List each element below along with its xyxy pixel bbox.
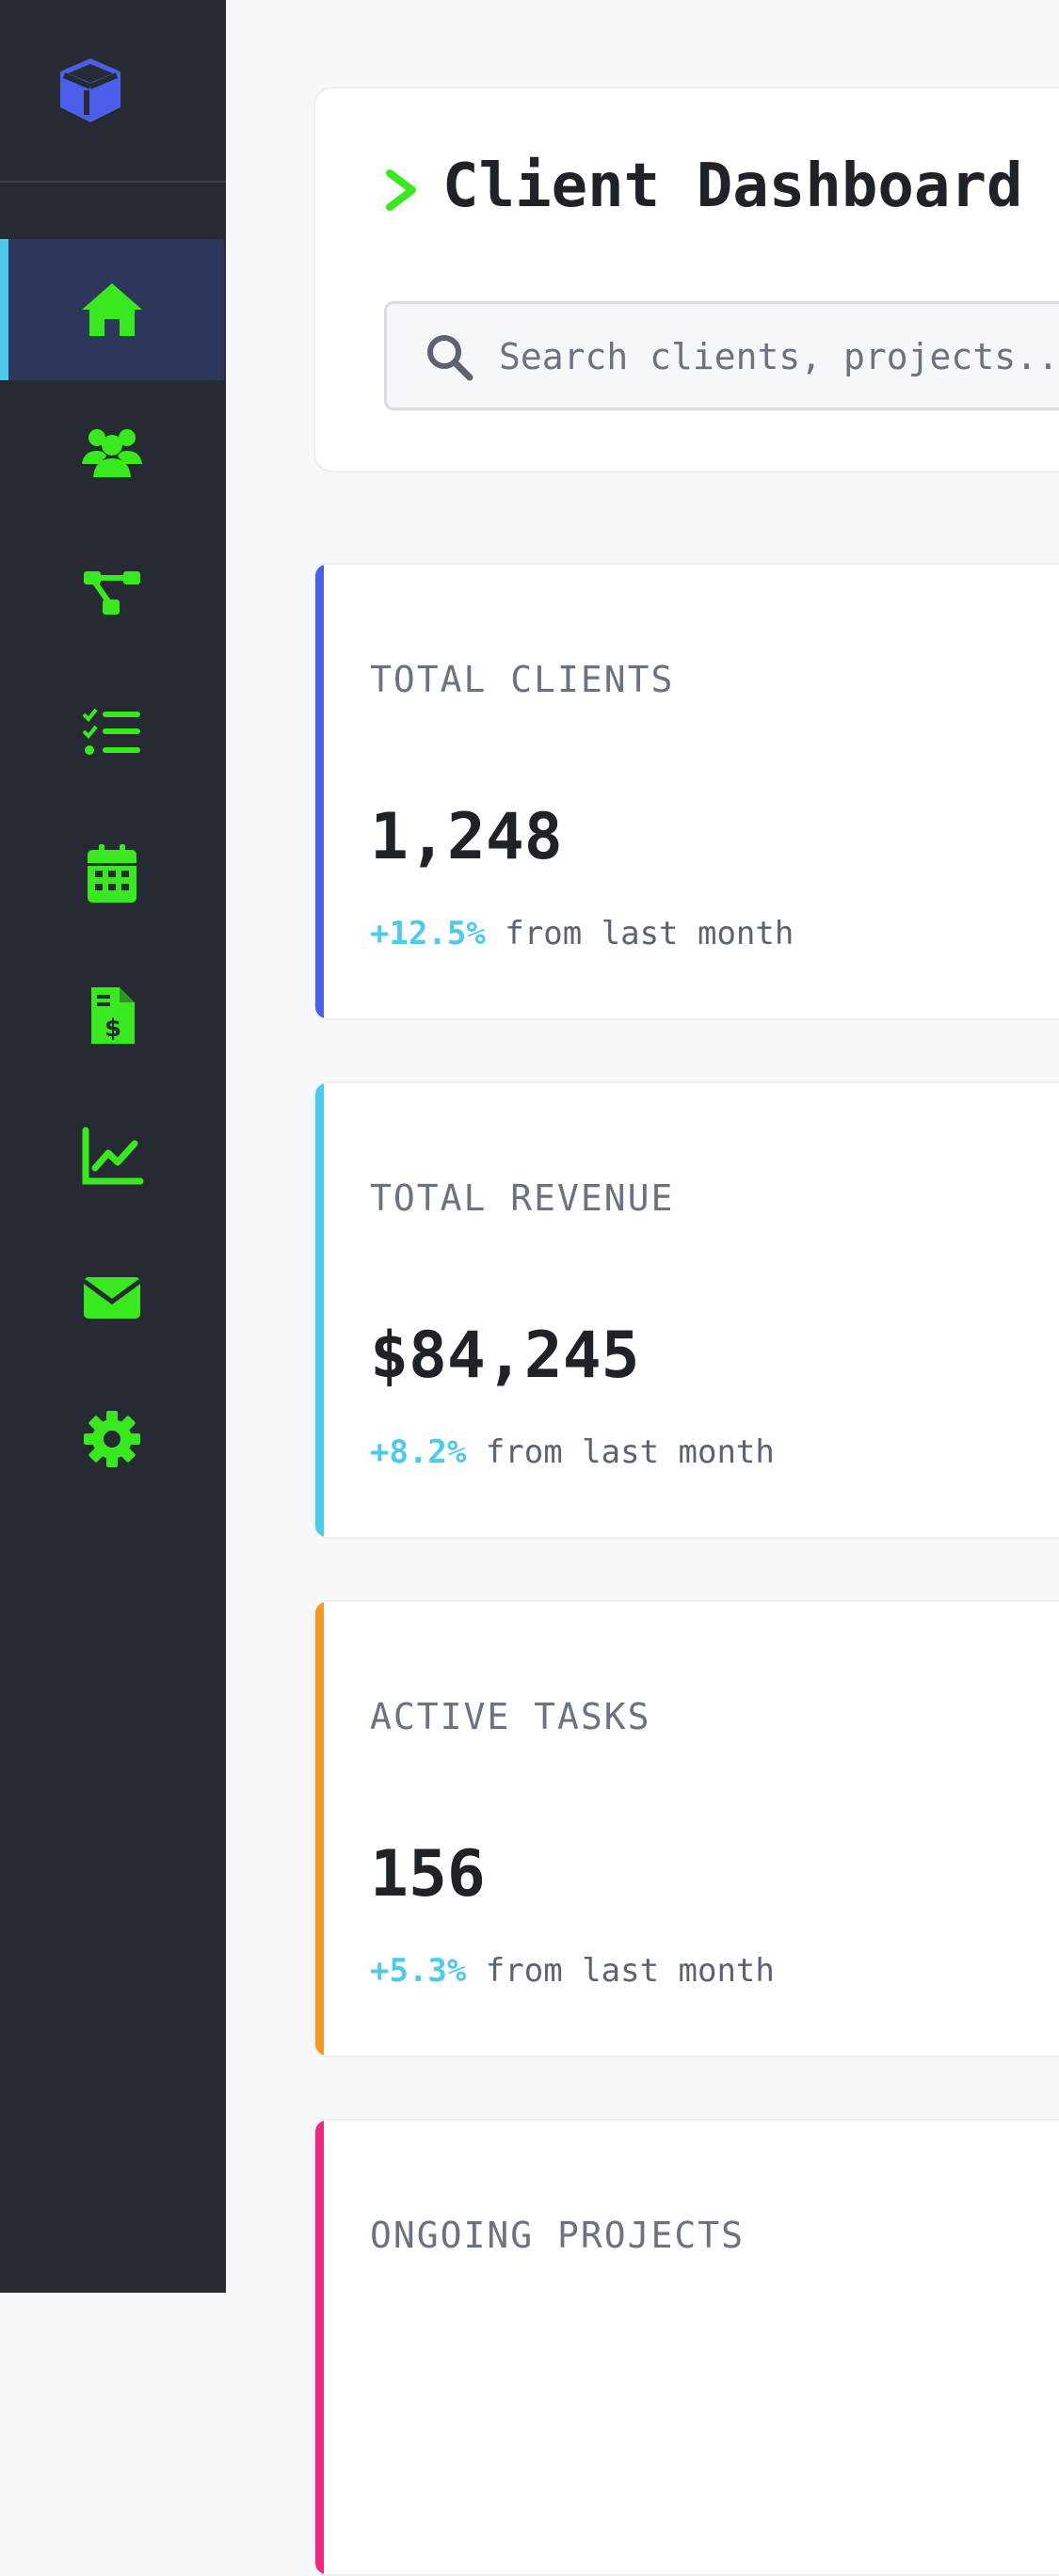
sidebar: $ [0, 0, 226, 2293]
stat-value: $84,245 [370, 1319, 640, 1393]
stat-change-suffix: from last month [466, 1952, 775, 1990]
card-accent-bar [315, 1083, 324, 1537]
sidebar-item-invoices[interactable]: $ [0, 945, 224, 1086]
gear-icon [78, 1405, 146, 1473]
stat-card-total-clients: TOTAL CLIENTS 1,248 +12.5% from last mon… [313, 563, 1059, 1020]
tasks-list-icon [78, 699, 146, 767]
sidebar-item-clients[interactable] [0, 380, 224, 521]
chart-line-icon [78, 1123, 146, 1191]
card-accent-bar [315, 1602, 324, 2056]
card-accent-bar [315, 2120, 324, 2574]
stat-change: +5.3% from last month [370, 1952, 775, 1990]
sidebar-item-analytics[interactable] [0, 1086, 224, 1227]
sidebar-item-settings[interactable] [0, 1368, 224, 1510]
users-icon [78, 417, 146, 485]
stat-change: +8.2% from last month [370, 1433, 775, 1471]
stat-label: TOTAL CLIENTS [370, 659, 675, 700]
sidebar-item-projects[interactable] [0, 521, 224, 663]
card-accent-bar [315, 565, 324, 1018]
calendar-icon [78, 840, 146, 908]
envelope-icon [78, 1264, 146, 1332]
search-icon[interactable] [424, 331, 474, 382]
stat-change: +12.5% from last month [370, 915, 794, 952]
sitemap-icon [78, 558, 146, 626]
sidebar-item-tasks[interactable] [0, 663, 224, 804]
stat-value: 156 [370, 1837, 486, 1912]
stat-change-percent: +8.2% [370, 1433, 467, 1471]
page-title: Client Dashboard [442, 152, 1023, 221]
home-icon [78, 276, 146, 344]
stat-card-total-revenue: TOTAL REVENUE $84,245 +8.2% from last mo… [313, 1081, 1059, 1539]
stat-label: ACTIVE TASKS [370, 1696, 651, 1737]
stat-card-ongoing-projects: ONGOING PROJECTS [313, 2119, 1059, 2576]
sidebar-item-messages[interactable] [0, 1227, 224, 1368]
stat-card-active-tasks: ACTIVE TASKS 156 +5.3% from last month [313, 1600, 1059, 2057]
stat-value: 1,248 [370, 800, 563, 874]
stat-change-percent: +12.5% [370, 915, 486, 952]
stat-change-suffix: from last month [485, 915, 794, 952]
stat-label: ONGOING PROJECTS [370, 2215, 746, 2256]
stat-change-percent: +5.3% [370, 1952, 467, 1990]
cube-icon[interactable] [55, 55, 126, 126]
chevron-right-icon [384, 168, 422, 213]
invoice-dollar-icon: $ [78, 982, 146, 1049]
sidebar-divider [0, 181, 226, 183]
search-input[interactable] [499, 324, 1059, 390]
sidebar-item-calendar[interactable] [0, 804, 224, 945]
svg-text:$: $ [104, 1015, 121, 1043]
sidebar-item-home[interactable] [0, 239, 224, 380]
stat-label: TOTAL REVENUE [370, 1177, 675, 1219]
stat-change-suffix: from last month [466, 1433, 775, 1471]
